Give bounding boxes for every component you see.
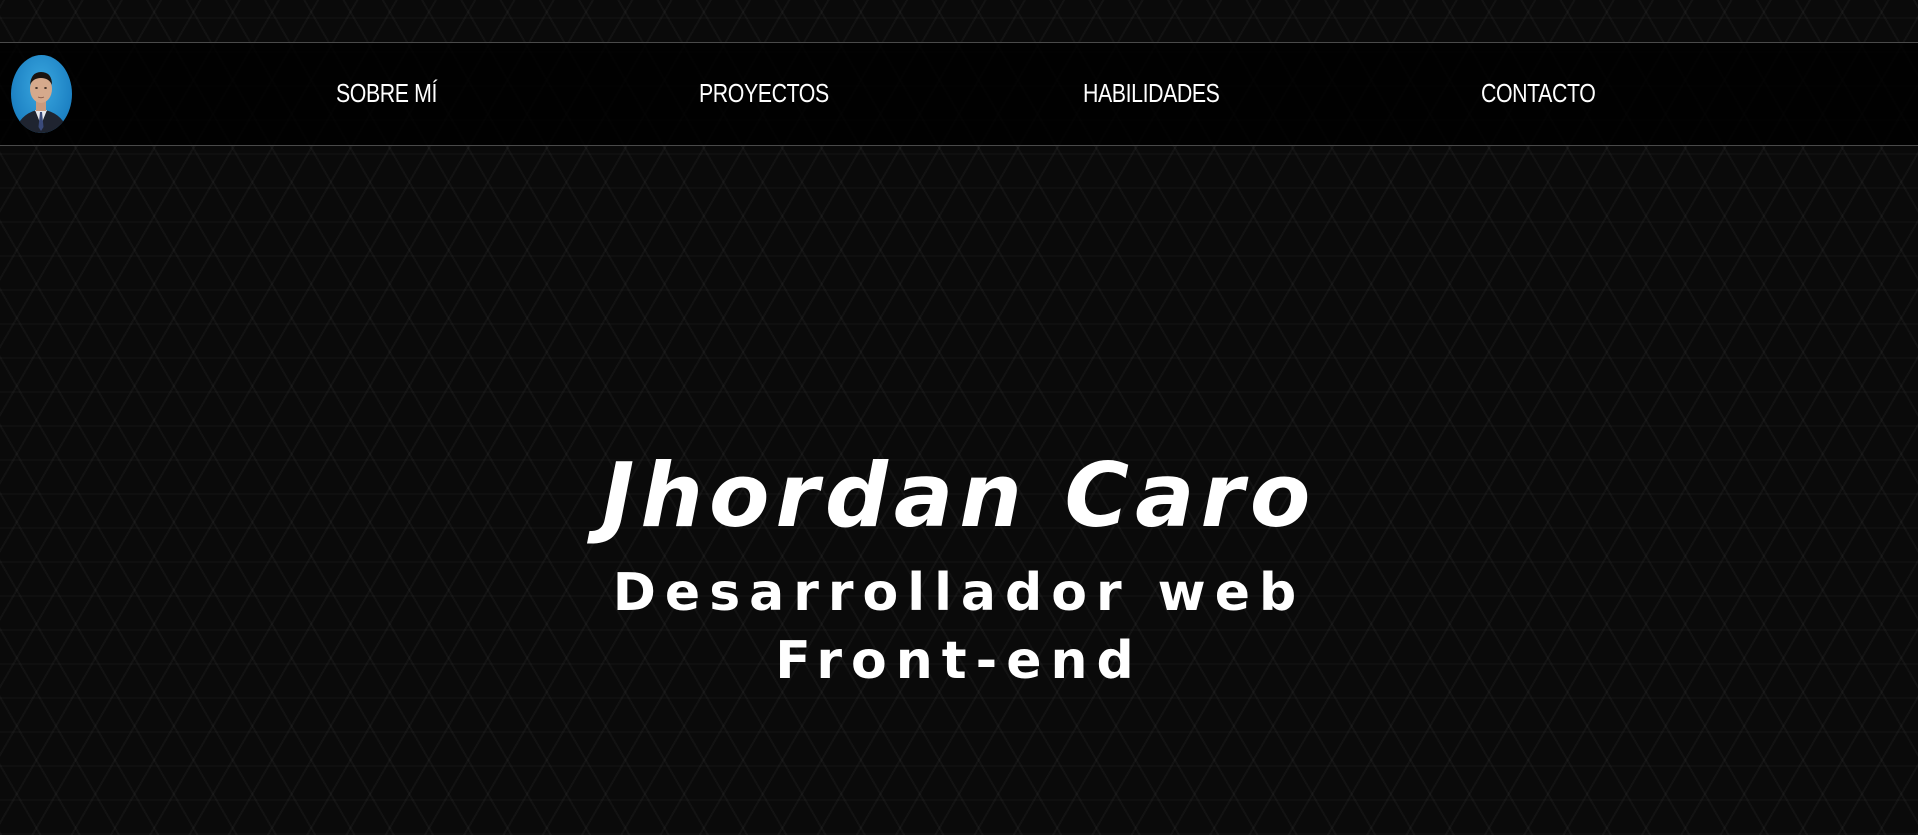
top-strip [0, 0, 1918, 42]
nav-link-proyectos[interactable]: PROYECTOS [699, 71, 829, 115]
hero-role: Desarrollador web Front-end [0, 559, 1918, 695]
hero-role-line-1: Desarrollador web [612, 563, 1306, 623]
nav-link-habilidades[interactable]: HABILIDADES [1083, 71, 1220, 115]
hero-name: Jhordan Caro [601, 444, 1317, 547]
nav-link-sobre-mi[interactable]: SOBRE MÍ [336, 71, 437, 115]
profile-photo-icon [15, 72, 68, 133]
page: SOBRE MÍ PROYECTOS HABILIDADES CONTACTO … [0, 0, 1918, 835]
avatar[interactable] [11, 55, 72, 133]
nav-link-contacto[interactable]: CONTACTO [1481, 71, 1596, 115]
hero-role-line-2: Front-end [775, 631, 1143, 691]
hero-section: Jhordan Caro Desarrollador web Front-end [0, 146, 1918, 835]
navbar: SOBRE MÍ PROYECTOS HABILIDADES CONTACTO [0, 42, 1918, 146]
